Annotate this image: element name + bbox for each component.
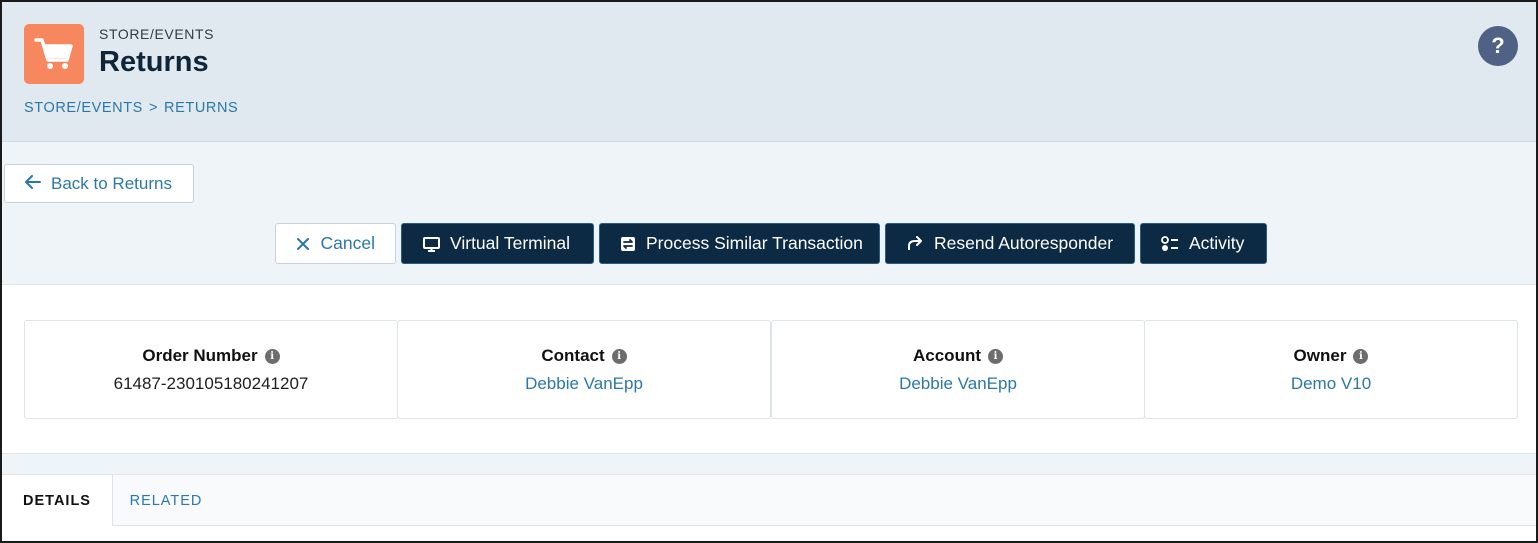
action-toolbar: Cancel Virtual Terminal Process Similar …: [275, 223, 1267, 264]
order-number-value: 61487-230105180241207: [113, 374, 309, 393]
cancel-label: Cancel: [320, 233, 375, 253]
tab-bar: DETAILS RELATED: [2, 474, 1536, 527]
help-icon: ?: [1491, 33, 1505, 58]
info-icon[interactable]: i: [988, 348, 1003, 364]
order-number-heading: Order Number i: [25, 346, 397, 366]
page-frame: STORE/EVENTS Returns STORE/EVENTS > RETU…: [0, 0, 1538, 543]
transaction-icon: [620, 235, 636, 253]
contact-heading: Contact i: [398, 346, 770, 366]
breadcrumb-returns[interactable]: RETURNS: [164, 100, 238, 116]
info-icon[interactable]: i: [1353, 348, 1369, 364]
owner-label: Owner: [1293, 346, 1347, 365]
activity-icon: [1161, 235, 1179, 253]
info-icon[interactable]: i: [611, 348, 627, 364]
account-link[interactable]: Debbie VanEpp: [772, 374, 1144, 394]
account-card: Account i Debbie VanEpp: [771, 320, 1145, 419]
activity-button[interactable]: Activity: [1140, 223, 1267, 264]
page-header: STORE/EVENTS Returns STORE/EVENTS > RETU…: [2, 2, 1536, 142]
breadcrumb: STORE/EVENTS > RETURNS: [24, 100, 238, 116]
owner-link[interactable]: Demo V10: [1145, 374, 1517, 394]
cart-icon: [24, 24, 84, 84]
owner-card: Owner i Demo V10: [1144, 320, 1518, 419]
tab-related[interactable]: RELATED: [113, 475, 219, 526]
virtual-terminal-button[interactable]: Virtual Terminal: [401, 223, 594, 264]
page-title: Returns: [99, 46, 209, 78]
contact-card: Contact i Debbie VanEpp: [397, 320, 771, 419]
account-heading: Account i: [772, 346, 1144, 366]
info-icon[interactable]: i: [264, 348, 280, 364]
cancel-button[interactable]: Cancel: [275, 223, 396, 264]
contact-link[interactable]: Debbie VanEpp: [398, 374, 770, 394]
tab-content-area: [2, 526, 1536, 541]
help-button[interactable]: ?: [1478, 26, 1518, 66]
resend-autoresponder-label: Resend Autoresponder: [934, 233, 1114, 253]
owner-heading: Owner i: [1145, 346, 1517, 366]
process-similar-transaction-button[interactable]: Process Similar Transaction: [599, 223, 880, 264]
section-label: STORE/EVENTS: [99, 26, 215, 42]
order-number-label: Order Number: [142, 346, 258, 365]
order-number-card: Order Number i 61487-230105180241207: [24, 320, 398, 419]
monitor-icon: [422, 235, 440, 253]
redo-icon: [906, 235, 924, 253]
resend-autoresponder-button[interactable]: Resend Autoresponder: [885, 223, 1135, 264]
back-button-label: Back to Returns: [51, 173, 172, 193]
breadcrumb-separator: >: [148, 100, 159, 116]
tab-details[interactable]: DETAILS: [2, 475, 113, 527]
account-label: Account: [913, 346, 981, 365]
arrow-left-icon: [25, 174, 41, 194]
back-to-returns-button[interactable]: Back to Returns: [4, 164, 194, 203]
contact-label: Contact: [541, 346, 605, 365]
process-similar-transaction-label: Process Similar Transaction: [646, 233, 863, 253]
breadcrumb-store-events[interactable]: STORE/EVENTS: [24, 100, 143, 116]
summary-cards: Order Number i 61487-230105180241207 Con…: [2, 284, 1536, 454]
activity-label: Activity: [1189, 233, 1245, 253]
close-icon: [296, 235, 311, 253]
virtual-terminal-label: Virtual Terminal: [450, 233, 570, 253]
